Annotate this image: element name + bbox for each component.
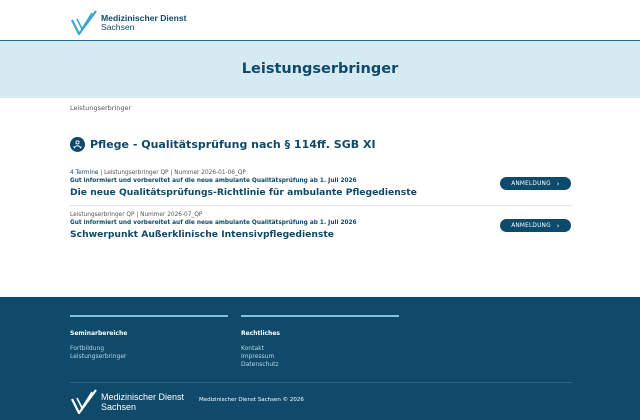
footer-accent-line: [70, 315, 228, 317]
chevron-right-icon: ›: [556, 221, 560, 230]
checkmark-logo-icon: [71, 389, 97, 415]
register-button-label: ANMELDUNG: [511, 180, 551, 187]
footer-accent-line: [241, 315, 399, 317]
site-footer: Seminarbereiche Fortbildung Leistungserb…: [0, 297, 640, 420]
entry-subtitle: Gut informiert und vorbereitet auf die n…: [70, 178, 357, 184]
footer-divider: [70, 382, 572, 383]
footer-heading-seminars: Seminarbereiche: [70, 330, 128, 337]
footer-link-kontakt[interactable]: Kontakt: [241, 345, 264, 352]
footer-brand-line2: Sachsen: [101, 402, 137, 412]
register-button[interactable]: ANMELDUNG ›: [500, 177, 571, 190]
footer-link-datenschutz[interactable]: Datenschutz: [241, 361, 279, 368]
entry-meta: 4 Termine | Leistungserbringer QP | Numm…: [70, 169, 572, 177]
page-title: Leistungserbringer: [241, 61, 399, 77]
entry-date-count[interactable]: 4 Termine: [70, 170, 98, 176]
footer-brand-line1: Medizinischer Dienst: [101, 392, 185, 402]
entry-meta-text: | Leistungserbringer QP | Nummer 2026-01…: [98, 170, 246, 176]
footer-brand-name: Medizinischer Dienst Sachsen: [101, 392, 184, 412]
seminar-entry: 4 Termine | Leistungserbringer QP | Numm…: [70, 169, 572, 200]
footer-link-leistungserbringer[interactable]: Leistungserbringer: [70, 353, 126, 360]
register-button[interactable]: ANMELDUNG ›: [500, 219, 571, 232]
seminar-entry: Leistungserbringer QP | Nummer 2026-07_Q…: [70, 211, 572, 242]
entry-divider: [70, 205, 572, 206]
brand-name: Medizinischer Dienst Sachsen: [101, 14, 186, 32]
care-icon: [70, 137, 85, 152]
hero-banner: Leistungserbringer: [0, 40, 640, 98]
brand-logo[interactable]: Medizinischer Dienst Sachsen: [70, 10, 186, 36]
entry-title[interactable]: Die neue Qualitätsprüfungs-Richtlinie fü…: [70, 186, 572, 200]
site-header: Medizinischer Dienst Sachsen: [0, 0, 640, 40]
copyright: Medizinischer Dienst Sachsen © 2026: [199, 397, 304, 403]
entry-meta: Leistungserbringer QP | Nummer 2026-07_Q…: [70, 211, 572, 219]
footer-brand-logo[interactable]: Medizinischer Dienst Sachsen: [70, 389, 184, 415]
breadcrumb[interactable]: Leistungserbringer: [70, 104, 131, 112]
entry-title[interactable]: Schwerpunkt Außerklinische Intensivpfleg…: [70, 228, 572, 242]
checkmark-logo-icon: [71, 10, 97, 36]
footer-heading-legal: Rechtliches: [241, 330, 280, 337]
footer-link-impressum[interactable]: Impressum: [241, 353, 274, 360]
footer-link-fortbildung[interactable]: Fortbildung: [70, 345, 104, 352]
section-title: Pflege - Qualitätsprüfung nach § 114ff. …: [90, 138, 376, 151]
chevron-right-icon: ›: [556, 179, 560, 188]
section-heading: Pflege - Qualitätsprüfung nach § 114ff. …: [70, 137, 376, 152]
entry-subtitle: Gut informiert und vorbereitet auf die n…: [70, 220, 357, 226]
register-button-label: ANMELDUNG: [511, 222, 551, 229]
entry-meta-text: Leistungserbringer QP | Nummer 2026-07_Q…: [70, 212, 203, 218]
brand-line2: Sachsen: [101, 22, 135, 32]
